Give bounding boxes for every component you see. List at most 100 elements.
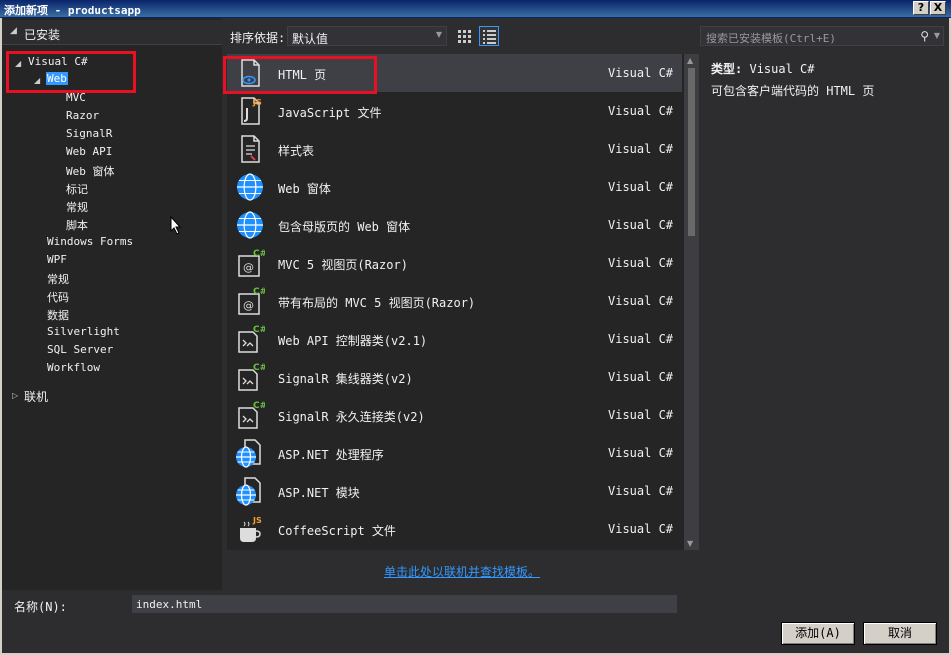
svg-text:C#: C# [253,287,265,297]
tree-installed-label: 已安装 [24,28,61,42]
tree-item-web-child[interactable]: 常规 [66,199,88,215]
tree-item-csharp-child[interactable]: 代码 [47,289,69,305]
template-list-item[interactable]: 样式表 Visual C# [227,130,682,168]
template-list-item[interactable]: ASP.NET 模块 Visual C# [227,472,682,510]
scroll-up-icon[interactable]: ▲ [687,56,693,65]
name-input[interactable]: index.html [132,595,677,613]
template-name: 包含母版页的 Web 窗体 [278,220,411,234]
template-name: 样式表 [278,144,315,158]
window-title: 添加新项 - productsapp [4,4,141,17]
template-list-item[interactable]: JS CoffeeScript 文件 Visual C# [227,510,682,548]
template-list-item[interactable]: @ C# MVC 5 视图页(Razor) Visual C# [227,244,682,282]
add-button[interactable]: 添加(A) [781,622,855,645]
template-list-item[interactable]: JS JavaScript 文件 Visual C# [227,92,682,130]
globe-icon [235,172,265,202]
svg-text:@: @ [243,299,254,312]
list-view-button[interactable] [479,26,499,46]
svg-text:C#: C# [253,363,265,373]
scroll-down-icon[interactable]: ▼ [687,539,693,548]
template-tree: ◢ 已安装 [2,18,222,590]
tree-item-csharp-child[interactable]: Windows Forms [47,235,133,248]
template-language: Visual C# [608,142,674,156]
template-language: Visual C# [608,446,674,460]
list-scrollbar[interactable]: ▲ ▼ [684,54,699,550]
template-name: SignalR 永久连接类(v2) [278,410,425,424]
razor-view-icon: @ C# [235,286,267,316]
tree-item-csharp-child[interactable]: 数据 [47,307,69,323]
template-list-item[interactable]: C# SignalR 集线器类(v2) Visual C# [227,358,682,396]
tree-item-web-child[interactable]: Web API [66,145,112,158]
template-name: JavaScript 文件 [278,106,382,120]
chevron-down-icon: ▼ [435,30,442,39]
csharp-class-icon: C# [235,400,267,430]
tree-item-web-child[interactable]: Web 窗体 [66,163,115,179]
stylesheet-icon [235,134,265,164]
tree-item-csharp-child[interactable]: Silverlight [47,325,120,338]
template-name: ASP.NET 处理程序 [278,448,384,462]
svg-text:@: @ [243,261,254,274]
template-list-item[interactable]: ASP.NET 处理程序 Visual C# [227,434,682,472]
template-language: Visual C# [608,408,674,422]
tree-item-web-child[interactable]: SignalR [66,127,112,140]
tree-item-web-child[interactable]: 脚本 [66,217,88,233]
chevron-down-icon[interactable]: ▼ [934,31,940,40]
globe-icon [235,210,265,240]
svg-text:C#: C# [253,401,265,411]
template-list-item[interactable]: @ C# 带有布局的 MVC 5 视图页(Razor) Visual C# [227,282,682,320]
tree-installed-header[interactable]: ◢ 已安装 [2,20,222,45]
template-language: Visual C# [608,104,674,118]
collapsed-arrow-icon[interactable]: ▷ [12,391,18,400]
tree-item-csharp-child[interactable]: Workflow [47,361,100,374]
template-list-item[interactable]: Web 窗体 Visual C# [227,168,682,206]
template-name: 带有布局的 MVC 5 视图页(Razor) [278,296,476,310]
svg-text:JS: JS [252,98,262,107]
expand-arrow-icon[interactable]: ◢ [10,26,17,36]
template-language: Visual C# [608,522,674,536]
template-language: Visual C# [608,332,674,346]
online-templates-link[interactable]: 单击此处以联机并查找模板。 [384,563,540,580]
mouse-cursor-icon [170,216,182,235]
template-name: ASP.NET 模块 [278,486,360,500]
globe-file-icon [235,438,265,468]
scrollbar-thumb[interactable] [688,68,695,236]
grid-view-icon [458,30,471,43]
csharp-class-icon: C# [235,362,267,392]
tree-item-csharp-child[interactable]: WPF [47,253,67,266]
template-language: Visual C# [608,484,674,498]
tree-item-csharp-child[interactable]: SQL Server [47,343,113,356]
name-label: 名称(N): [14,600,67,614]
close-button[interactable]: X [930,1,946,15]
template-name: CoffeeScript 文件 [278,524,396,538]
grid-view-button[interactable] [454,26,474,46]
detail-description: 可包含客户端代码的 HTML 页 [711,84,875,98]
help-button[interactable]: ? [913,1,929,15]
template-list: HTML 页 Visual C# JS JavaScript 文件 Visual C# 样… [227,54,699,550]
tree-item-csharp-child[interactable]: 常规 [47,271,69,287]
cancel-button[interactable]: 取消 [863,622,937,645]
tree-item-web-child[interactable]: 标记 [66,181,88,197]
sort-select[interactable]: 默认值 ▼ [287,26,447,46]
detail-type-value: Visual C# [749,62,815,76]
globe-file-icon [235,476,265,506]
detail-type-label: 类型: [711,62,743,76]
template-name: MVC 5 视图页(Razor) [278,258,408,272]
template-language: Visual C# [608,294,674,308]
template-name: Web API 控制器类(v2.1) [278,334,428,348]
template-name: SignalR 集线器类(v2) [278,372,413,386]
tree-item-web-child[interactable]: Razor [66,109,99,122]
search-input[interactable]: 搜索已安装模板(Ctrl+E) ⚲ ▼ [700,26,944,46]
template-list-item[interactable]: C# SignalR 永久连接类(v2) Visual C# [227,396,682,434]
svg-text:C#: C# [253,249,265,259]
template-language: Visual C# [608,370,674,384]
tree-item-online[interactable]: 联机 [24,388,48,405]
detail-type: 类型: Visual C# [711,60,815,77]
list-view-icon [483,30,496,44]
search-icon[interactable]: ⚲ [920,29,929,43]
template-language: Visual C# [608,66,674,80]
razor-view-icon: @ C# [235,248,267,278]
svg-text:C#: C# [253,325,265,335]
template-list-item[interactable]: 包含母版页的 Web 窗体 Visual C# [227,206,682,244]
highlight-box [6,51,136,93]
template-list-item[interactable]: C# Web API 控制器类(v2.1) Visual C# [227,320,682,358]
template-language: Visual C# [608,218,674,232]
